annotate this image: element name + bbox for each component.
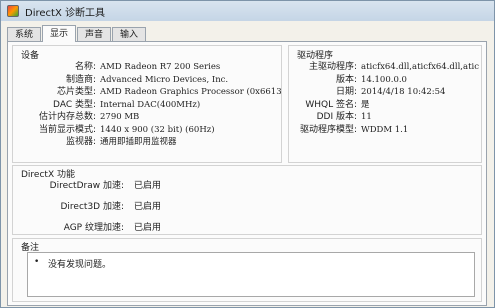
device-label-monitor: 监视器: xyxy=(65,137,96,147)
driver-group-title: 驱动程序 xyxy=(297,51,334,61)
device-label-memory: 估计内存总数: xyxy=(38,112,96,122)
device-label-name: 名称: xyxy=(74,62,96,72)
directx-app-icon xyxy=(7,5,19,17)
direct3d-value: 已启用 xyxy=(134,202,162,212)
driver-row-main: 主驱动程序: aticfx64.dll,aticfx64.dll,atic xyxy=(289,61,481,74)
tab-sound[interactable]: 声音 xyxy=(77,27,112,42)
directx-features-group: DirectX 功能 DirectDraw 加速: 已启用 Direct3D 加… xyxy=(12,165,482,235)
notes-item: 没有发现问题。 xyxy=(48,260,112,270)
device-info-list: 名称: AMD Radeon R7 200 Series 制造商: Advanc… xyxy=(13,61,281,149)
tab-display[interactable]: 显示 xyxy=(42,25,77,42)
driver-label-main: 主驱动程序: xyxy=(308,62,357,72)
directdraw-value: 已启用 xyxy=(134,181,162,191)
device-row-display-mode: 当前显示模式: 1440 x 900 (32 bit) (60Hz) xyxy=(13,124,281,137)
driver-row-whql: WHQL 签名: 是 xyxy=(289,99,481,112)
directx-features-list: DirectDraw 加速: 已启用 Direct3D 加速: 已启用 AGP … xyxy=(13,176,481,239)
driver-value-version: 14.100.0.0 xyxy=(361,74,407,85)
device-label-manufacturer: 制造商: xyxy=(65,74,96,85)
driver-label-whql: WHQL 签名: xyxy=(305,99,357,110)
notes-textbox[interactable]: • 没有发现问题。 xyxy=(27,252,475,297)
device-row-name: 名称: AMD Radeon R7 200 Series xyxy=(13,61,281,74)
agp-row: AGP 纹理加速: 已启用 xyxy=(13,218,481,239)
driver-value-date: 2014/4/18 10:42:54 xyxy=(361,87,446,97)
driver-value-main: aticfx64.dll,aticfx64.dll,atic xyxy=(361,62,479,72)
agp-value: 已启用 xyxy=(134,223,162,233)
title-bar[interactable]: DirectX 诊断工具 xyxy=(1,1,494,21)
device-label-dac-type: DAC 类型: xyxy=(53,99,96,110)
driver-group: 驱动程序 主驱动程序: aticfx64.dll,aticfx64.dll,at… xyxy=(288,45,482,163)
directdraw-label: DirectDraw 加速: xyxy=(49,181,124,191)
driver-value-ddi: 11 xyxy=(361,112,372,122)
device-label-display-mode: 当前显示模式: xyxy=(38,124,96,135)
agp-label: AGP 纹理加速: xyxy=(63,223,124,233)
direct3d-row: Direct3D 加速: 已启用 xyxy=(13,197,481,218)
device-value-manufacturer: Advanced Micro Devices, Inc. xyxy=(100,74,229,85)
device-row-memory: 估计内存总数: 2790 MB xyxy=(13,111,281,124)
directdraw-row: DirectDraw 加速: 已启用 xyxy=(13,176,481,197)
tab-input[interactable]: 输入 xyxy=(112,27,147,42)
device-value-chip-type: AMD Radeon Graphics Processor (0x6613) xyxy=(100,87,281,97)
device-group-title: 设备 xyxy=(21,51,40,61)
device-label-chip-type: 芯片类型: xyxy=(56,87,96,97)
dxdiag-window: DirectX 诊断工具 系统 显示 声音 输入 设备 名称: AMD Rade… xyxy=(0,0,495,308)
driver-row-model: 驱动程序模型: WDDM 1.1 xyxy=(289,124,481,137)
driver-row-ddi: DDI 版本: 11 xyxy=(289,111,481,124)
device-row-dac-type: DAC 类型: Internal DAC(400MHz) xyxy=(13,99,281,112)
device-value-display-mode: 1440 x 900 (32 bit) (60Hz) xyxy=(100,124,215,135)
device-value-memory: 2790 MB xyxy=(100,112,140,122)
device-value-name: AMD Radeon R7 200 Series xyxy=(100,62,221,72)
window-title: DirectX 诊断工具 xyxy=(25,7,105,19)
notes-bullet: • xyxy=(34,257,40,267)
device-row-monitor: 监视器: 通用即插即用监视器 xyxy=(13,136,281,149)
device-row-manufacturer: 制造商: Advanced Micro Devices, Inc. xyxy=(13,74,281,87)
device-value-monitor: 通用即插即用监视器 xyxy=(100,137,177,147)
device-row-chip-type: 芯片类型: AMD Radeon Graphics Processor (0x6… xyxy=(13,86,281,99)
display-tab-panel: 设备 名称: AMD Radeon R7 200 Series 制造商: Adv… xyxy=(7,41,487,306)
direct3d-label: Direct3D 加速: xyxy=(60,202,125,212)
driver-value-whql: 是 xyxy=(361,99,370,110)
driver-label-date: 日期: xyxy=(335,87,357,97)
tab-strip: 系统 显示 声音 输入 xyxy=(7,25,147,42)
driver-row-date: 日期: 2014/4/18 10:42:54 xyxy=(289,86,481,99)
driver-value-model: WDDM 1.1 xyxy=(361,124,409,135)
driver-info-list: 主驱动程序: aticfx64.dll,aticfx64.dll,atic 版本… xyxy=(289,61,481,136)
driver-label-model: 驱动程序模型: xyxy=(299,124,357,135)
device-group: 设备 名称: AMD Radeon R7 200 Series 制造商: Adv… xyxy=(12,45,282,163)
driver-row-version: 版本: 14.100.0.0 xyxy=(289,74,481,87)
device-value-dac-type: Internal DAC(400MHz) xyxy=(100,99,201,110)
tab-system[interactable]: 系统 xyxy=(7,27,42,42)
driver-label-ddi: DDI 版本: xyxy=(316,112,357,122)
driver-label-version: 版本: xyxy=(335,74,357,85)
